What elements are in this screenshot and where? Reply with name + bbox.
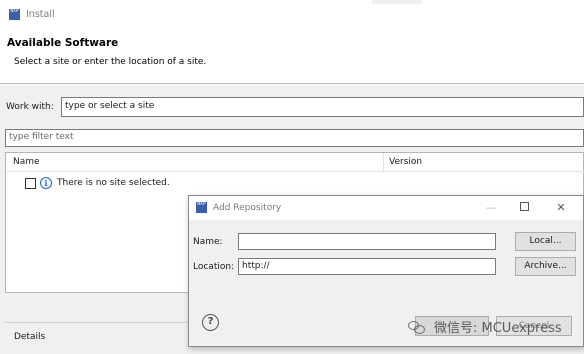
dialog-title: Add Repository [213, 203, 282, 213]
work-with-label: Work with: [6, 102, 54, 112]
local-button[interactable]: Local... [515, 232, 576, 251]
column-header-name[interactable]: Name [6, 153, 384, 172]
help-icon[interactable]: ? [202, 314, 219, 331]
tree-row: i There is no site selected. [25, 175, 170, 191]
app-icon: NXP [9, 9, 20, 20]
location-field[interactable]: http:// [238, 258, 496, 275]
close-icon[interactable]: ✕ [546, 198, 576, 218]
archive-button[interactable]: Archive... [515, 257, 576, 276]
dialog-titlebar: NXP Add Repository — ✕ [189, 196, 583, 220]
page-description: Select a site or enter the location of a… [14, 57, 207, 67]
wizard-banner: Available Software Select a site or ente… [0, 30, 584, 84]
window-titlebar: NXP Install [0, 0, 584, 30]
info-icon: i [40, 177, 52, 189]
work-with-combo[interactable]: type or select a site [61, 97, 584, 117]
minimize-icon[interactable]: — [476, 198, 506, 218]
maximize-icon[interactable] [509, 198, 539, 218]
location-label: Location: [193, 262, 235, 272]
details-label: Details [14, 332, 46, 342]
watermark: 微信号: MCUexpress [408, 317, 562, 336]
wechat-icon [408, 320, 426, 334]
filter-input[interactable]: type filter text [5, 129, 584, 147]
column-header-version[interactable]: Version [384, 153, 584, 172]
window-title: Install [26, 9, 55, 20]
page-heading: Available Software [7, 37, 119, 49]
name-label: Name: [193, 237, 223, 247]
dialog-app-icon: NXP [196, 202, 207, 213]
background-window-edge [372, 0, 422, 4]
empty-message: There is no site selected. [57, 178, 170, 188]
row-checkbox[interactable] [25, 177, 36, 189]
watermark-text: 微信号: MCUexpress [434, 321, 562, 336]
name-field[interactable] [238, 233, 496, 250]
